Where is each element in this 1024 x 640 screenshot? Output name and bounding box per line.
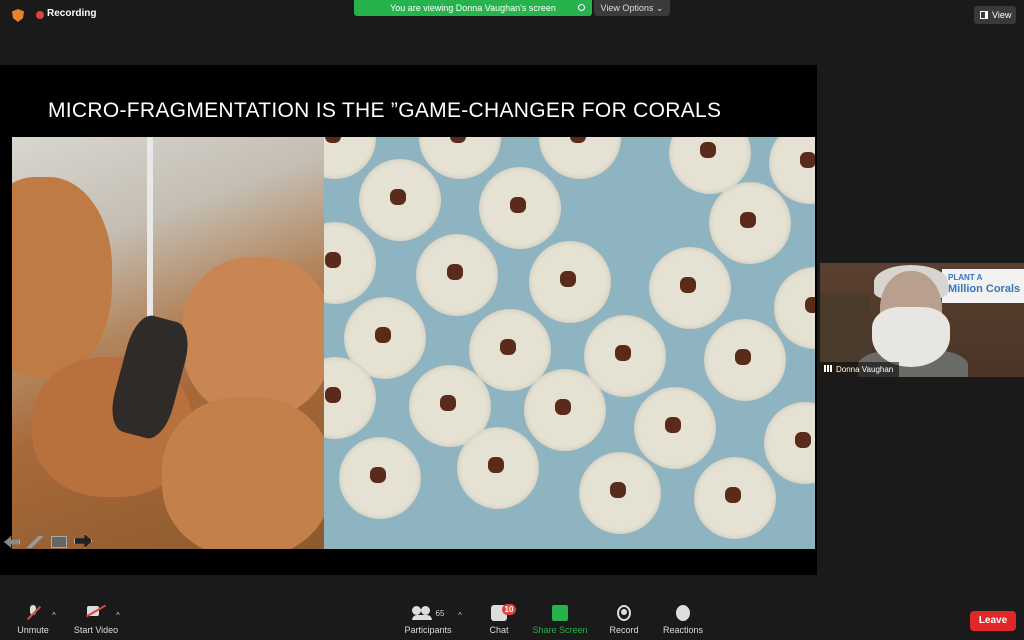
video-off-icon	[87, 605, 105, 621]
participants-icon	[411, 606, 432, 620]
muted-microphone-icon	[27, 605, 39, 621]
view-options-button[interactable]: View Options ⌄	[594, 0, 670, 16]
top-bar: Recording You are viewing Donna Vaughan'…	[0, 0, 1024, 30]
record-icon	[617, 605, 631, 621]
participants-label: Participants	[404, 625, 452, 635]
reactions-label: Reactions	[662, 625, 704, 635]
view-button-label: View	[992, 10, 1012, 20]
participant-name: Donna Vaughan	[836, 365, 894, 374]
signal-bars-icon	[824, 365, 832, 372]
unmute-label: Unmute	[17, 625, 49, 635]
recording-label: Recording	[47, 8, 97, 19]
recording-dot-icon	[36, 11, 44, 19]
participants-button[interactable]: 65 Participants	[402, 605, 454, 635]
unmute-button[interactable]: Unmute	[16, 605, 50, 635]
record-button[interactable]: Record	[608, 605, 640, 635]
viewing-banner-text: You are viewing Donna Vaughan's screen	[390, 3, 556, 13]
sign-line-1: PLANT A	[948, 273, 983, 282]
previous-arrow-icon[interactable]	[4, 536, 20, 548]
slide-title: MICRO-FRAGMENTATION IS THE ”GAME-CHANGER…	[48, 99, 722, 122]
share-screen-icon	[552, 605, 568, 621]
menu-box-icon[interactable]	[50, 536, 67, 548]
view-layout-icon	[980, 11, 988, 19]
start-video-button[interactable]: Start Video	[72, 605, 120, 635]
start-video-label: Start Video	[73, 625, 119, 635]
video-options-caret[interactable]: ^	[116, 611, 120, 620]
record-label: Record	[609, 625, 639, 635]
coral-fragments-photo	[324, 137, 815, 549]
shared-screen: MICRO-FRAGMENTATION IS THE ”GAME-CHANGER…	[0, 65, 817, 575]
leave-button[interactable]: Leave	[970, 611, 1016, 631]
coral-cutting-photo	[12, 137, 324, 549]
viewing-banner: You are viewing Donna Vaughan's screen	[354, 0, 592, 16]
share-screen-label: Share Screen	[532, 625, 588, 635]
audio-options-caret[interactable]: ^	[52, 611, 56, 620]
share-screen-button[interactable]: Share Screen	[532, 605, 588, 635]
background-sign: PLANT A Million Corals	[942, 269, 1024, 303]
participant-video[interactable]: PLANT A Million Corals Donna Vaughan	[820, 263, 1024, 377]
emoji-reaction-icon	[676, 605, 690, 621]
annotation-toolbar	[4, 534, 95, 553]
next-arrow-icon[interactable]	[74, 534, 93, 548]
participants-options-caret[interactable]: ^	[458, 611, 462, 620]
chat-unread-badge: 10	[502, 604, 516, 615]
shield-icon[interactable]	[12, 9, 24, 22]
reactions-button[interactable]: Reactions	[662, 605, 704, 635]
chat-label: Chat	[489, 625, 509, 635]
banner-status-icon	[578, 4, 585, 11]
view-button[interactable]: View	[974, 6, 1016, 24]
sign-line-2: Million Corals	[948, 283, 1021, 295]
pencil-icon[interactable]	[27, 536, 44, 548]
participant-name-tag: Donna Vaughan	[820, 362, 900, 377]
participants-count: 65	[435, 608, 445, 618]
